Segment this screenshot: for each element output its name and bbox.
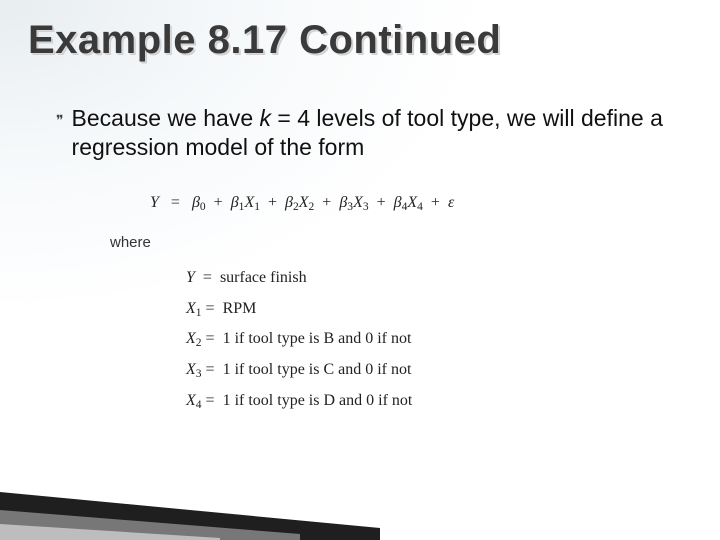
def-X4-r: 1 if tool type is D and 0 if not bbox=[223, 392, 413, 409]
bullet-item: ❞ Because we have k = 4 levels of tool t… bbox=[56, 104, 680, 162]
def-X3: X3 = 1 if tool type is C and 0 if not bbox=[186, 355, 454, 386]
eq-X1: X bbox=[244, 194, 254, 211]
def-Y-r: surface finish bbox=[220, 269, 307, 286]
eq-b0: β bbox=[192, 194, 200, 211]
slide-body: ❞ Because we have k = 4 levels of tool t… bbox=[56, 104, 680, 162]
def-X4-s: 4 bbox=[196, 399, 202, 411]
def-X1: X1 = RPM bbox=[186, 294, 454, 325]
eq-plus1: + bbox=[214, 194, 223, 211]
eq-X1s: 1 bbox=[254, 201, 260, 213]
eq-X3s: 3 bbox=[363, 201, 369, 213]
where-label: where bbox=[110, 229, 454, 258]
def-X2-l: X bbox=[186, 330, 196, 347]
eq-eps: ε bbox=[448, 194, 454, 211]
def-Y-l: Y bbox=[186, 269, 195, 286]
def-X1-l: X bbox=[186, 300, 196, 317]
def-X3-r: 1 if tool type is C and 0 if not bbox=[223, 361, 412, 378]
eq-b1: β bbox=[231, 194, 239, 211]
def-X3-s: 3 bbox=[196, 368, 202, 380]
def-Y: Y = surface finish bbox=[186, 263, 454, 293]
regression-equation: Y = β0 + β1X1 + β2X2 + β3X3 + β4X4 + ε bbox=[150, 188, 454, 219]
def-X2: X2 = 1 if tool type is B and 0 if not bbox=[186, 324, 454, 355]
def-X4: X4 = 1 if tool type is D and 0 if not bbox=[186, 386, 454, 417]
definitions: Y = surface finish X1 = RPM X2 = 1 if to… bbox=[150, 263, 454, 416]
def-X1-s: 1 bbox=[196, 307, 202, 319]
bullet-eq: = 4 bbox=[271, 105, 310, 131]
eq-plus5: + bbox=[431, 194, 440, 211]
eq-X4: X bbox=[407, 194, 417, 211]
bullet-kvar: k bbox=[260, 105, 272, 131]
eq-b2: β bbox=[285, 194, 293, 211]
bullet-text: Because we have k = 4 levels of tool typ… bbox=[72, 104, 680, 162]
eq-Y: Y bbox=[150, 194, 159, 211]
bullet-prefix: Because we have bbox=[72, 105, 260, 131]
def-X1-r: RPM bbox=[223, 300, 257, 317]
slide-title: Example 8.17 Continued bbox=[28, 18, 501, 63]
eq-plus3: + bbox=[322, 194, 331, 211]
eq-equals: = bbox=[171, 194, 180, 211]
eq-X3: X bbox=[353, 194, 363, 211]
eq-b0s: 0 bbox=[200, 201, 206, 213]
math-block: Y = β0 + β1X1 + β2X2 + β3X3 + β4X4 + ε w… bbox=[150, 188, 454, 417]
slide: Example 8.17 Continued ❞ Because we have… bbox=[0, 0, 720, 540]
eq-plus2: + bbox=[268, 194, 277, 211]
decorative-wedge bbox=[0, 468, 380, 540]
eq-X4s: 4 bbox=[417, 201, 423, 213]
bullet-icon: ❞ bbox=[56, 104, 64, 134]
def-X2-s: 2 bbox=[196, 337, 202, 349]
def-X3-l: X bbox=[186, 361, 196, 378]
eq-X2s: 2 bbox=[309, 201, 315, 213]
eq-plus4: + bbox=[377, 194, 386, 211]
def-X4-l: X bbox=[186, 392, 196, 409]
eq-b4: β bbox=[394, 194, 402, 211]
eq-X2: X bbox=[299, 194, 309, 211]
def-X2-r: 1 if tool type is B and 0 if not bbox=[223, 330, 412, 347]
